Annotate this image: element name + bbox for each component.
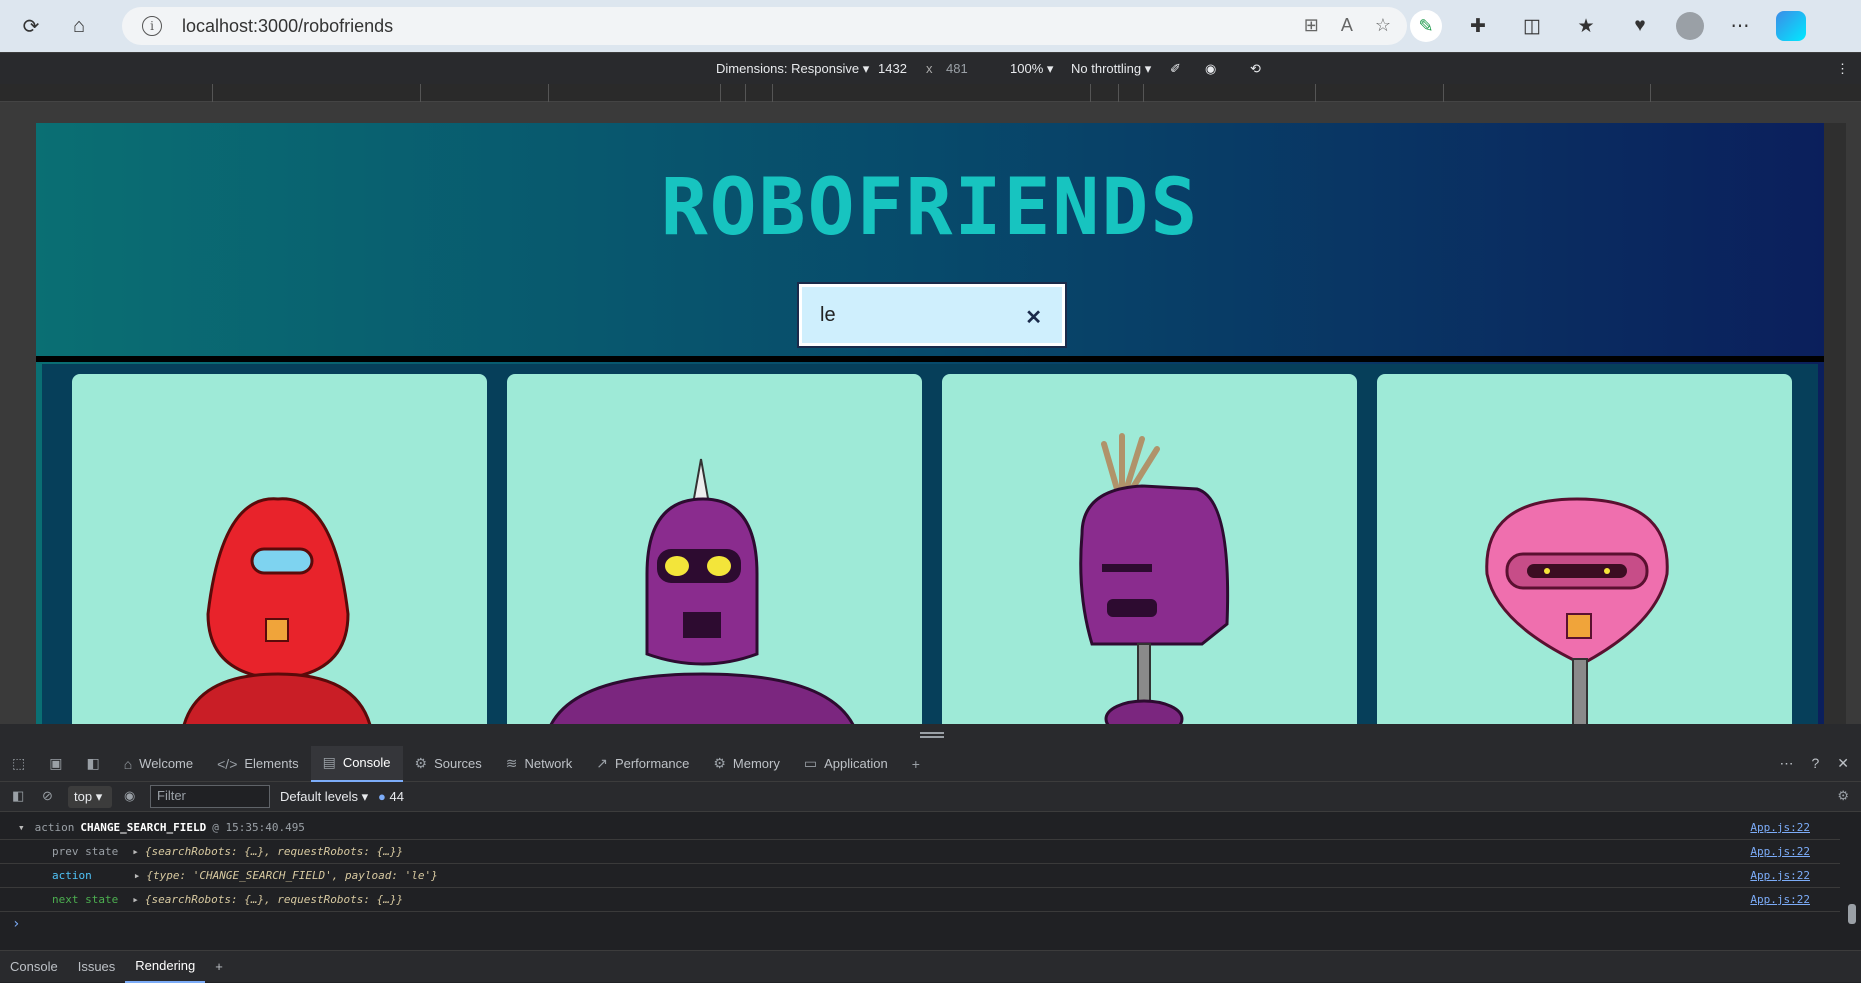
inspect-icon[interactable]: ⬚ [0, 746, 37, 782]
log-group-header[interactable]: ▾ action CHANGE_SEARCH_FIELD @ 15:35:40.… [0, 816, 1840, 840]
device-mode-icon[interactable]: ▣ [37, 746, 74, 782]
devtools-resizer[interactable] [0, 724, 1861, 746]
robot-card[interactable] [72, 374, 487, 724]
close-devtools-icon[interactable]: ✕ [1837, 755, 1849, 772]
width-input[interactable]: 1432 [878, 61, 907, 76]
search-input[interactable]: le [820, 304, 836, 327]
context-select[interactable]: top ▾ [68, 786, 112, 808]
search-box[interactable]: le ✕ [797, 282, 1067, 348]
tab-performance[interactable]: ↗ Performance [584, 746, 701, 782]
url-text[interactable]: localhost:3000/robofriends [182, 16, 393, 37]
health-icon[interactable]: ♥ [1622, 8, 1658, 44]
favorite-icon[interactable]: ☆ [1375, 15, 1391, 36]
home-icon[interactable]: ⌂ [62, 9, 96, 43]
source-link[interactable]: App.js:22 [1750, 845, 1810, 858]
source-link[interactable]: App.js:22 [1750, 869, 1810, 882]
live-expression-icon[interactable]: ◉ [124, 788, 135, 804]
devtools-tabstrip: ⬚ ▣ ◧ ⌂ Welcome </> Elements ▤ Console ⚙ Sou… [0, 745, 1861, 782]
tab-console[interactable]: ▤ Console [310, 745, 403, 782]
drawer-tab-rendering[interactable]: Rendering [125, 951, 206, 983]
read-aloud-icon[interactable]: A [1341, 15, 1353, 36]
dropper-icon[interactable]: ✐ [1170, 61, 1181, 77]
clear-icon[interactable]: ✕ [1025, 305, 1042, 330]
add-tab-icon[interactable]: + [900, 746, 932, 782]
drawer-tab-console[interactable]: Console [0, 959, 68, 974]
pen-icon[interactable]: ✎ [1410, 10, 1442, 42]
source-link[interactable]: App.js:22 [1750, 821, 1810, 834]
zoom-dropdown[interactable]: 100% ▾ [1010, 61, 1053, 77]
console-output: ▾ action CHANGE_SEARCH_FIELD @ 15:35:40.… [0, 812, 1861, 950]
clear-console-icon[interactable]: ⊘ [42, 788, 53, 804]
tab-application[interactable]: ▭ Application [792, 746, 900, 782]
apps-icon[interactable]: ⊞ [1304, 15, 1319, 36]
source-link[interactable]: App.js:22 [1750, 893, 1810, 906]
tab-elements[interactable]: </> Elements [205, 746, 310, 782]
rotate-icon[interactable]: ⟲ [1250, 61, 1261, 77]
log-row[interactable]: action ▸ {type: 'CHANGE_SEARCH_FIELD', p… [0, 864, 1840, 888]
log-timestamp: @ 15:35:40.495 [212, 821, 305, 834]
drawer-tabstrip: Console Issues Rendering + [0, 950, 1861, 983]
browser-toolbar: ⟳ ⌂ i localhost:3000/robofriends ⊞ A ☆ ✎… [0, 0, 1861, 52]
dock-icon[interactable]: ◧ [74, 746, 111, 782]
more-icon[interactable]: ⋯ [1722, 8, 1758, 44]
action-name: CHANGE_SEARCH_FIELD [80, 821, 207, 834]
device-more-icon[interactable]: ⋮ [1836, 61, 1849, 77]
address-bar[interactable]: i localhost:3000/robofriends ⊞ A ☆ [122, 7, 1407, 45]
header-divider [36, 356, 1824, 362]
message-count-badge[interactable]: ● 44 [378, 789, 404, 804]
console-toolbar: ◧ ⊘ top ▾ ◉ Filter Default levels ▾ ● 44… [0, 782, 1861, 812]
more-tools-icon[interactable]: ⋯ [1779, 755, 1793, 772]
tab-network[interactable]: ≋ Network [494, 746, 584, 782]
pink-robot-image [1485, 497, 1669, 724]
drawer-add-icon[interactable]: + [205, 959, 233, 974]
app-title: ROBOFRIENDS [660, 163, 1200, 253]
purple-robot-image [549, 458, 855, 724]
filter-input[interactable]: Filter [150, 785, 270, 808]
tab-sources[interactable]: ⚙ Sources [403, 746, 494, 782]
robot-card[interactable] [942, 374, 1357, 724]
drawer-tab-issues[interactable]: Issues [68, 959, 126, 974]
dimensions-dropdown[interactable]: Dimensions: Responsive ▾ [716, 61, 869, 77]
log-row[interactable]: next state ▸ {searchRobots: {…}, request… [0, 888, 1840, 912]
throttling-dropdown[interactable]: No throttling ▾ [1071, 61, 1151, 77]
purple-boxhead-image [1079, 433, 1230, 724]
card-list [42, 364, 1818, 724]
app-viewport: ROBOFRIENDS le ✕ [36, 123, 1824, 724]
console-scrollbar[interactable] [1843, 812, 1861, 950]
height-input[interactable]: 481 [946, 61, 968, 76]
robot-card[interactable] [1377, 374, 1792, 724]
viewport-resize-edge[interactable] [1824, 123, 1846, 724]
extensions-icon[interactable]: ✚ [1460, 8, 1496, 44]
copilot-icon[interactable] [1776, 11, 1806, 41]
split-icon[interactable]: ◫ [1514, 8, 1550, 44]
times-sign: x [926, 61, 933, 76]
media-query-ruler[interactable] [0, 84, 1861, 102]
tab-memory[interactable]: ⚙ Memory [701, 746, 792, 782]
console-prompt[interactable]: › [12, 916, 20, 932]
log-row[interactable]: prev state ▸ {searchRobots: {…}, request… [0, 840, 1840, 864]
sidebar-toggle-icon[interactable]: ◧ [12, 788, 24, 804]
help-icon[interactable]: ? [1811, 755, 1819, 772]
favorites-icon[interactable]: ★ [1568, 8, 1604, 44]
reload-icon[interactable]: ⟳ [14, 9, 48, 43]
info-icon[interactable]: i [142, 16, 162, 36]
tab-welcome[interactable]: ⌂ Welcome [112, 746, 205, 782]
device-toolbar: Dimensions: Responsive ▾ 1432 x 481 100%… [0, 52, 1861, 84]
log-levels-dropdown[interactable]: Default levels ▾ [280, 789, 368, 805]
console-settings-icon[interactable]: ⚙ [1837, 788, 1849, 804]
profile-icon[interactable] [1676, 12, 1704, 40]
robot-card[interactable] [507, 374, 922, 724]
red-robot-image [182, 497, 372, 724]
expand-icon[interactable]: ▾ [18, 821, 25, 834]
eye-icon[interactable]: ◉ [1205, 61, 1216, 77]
